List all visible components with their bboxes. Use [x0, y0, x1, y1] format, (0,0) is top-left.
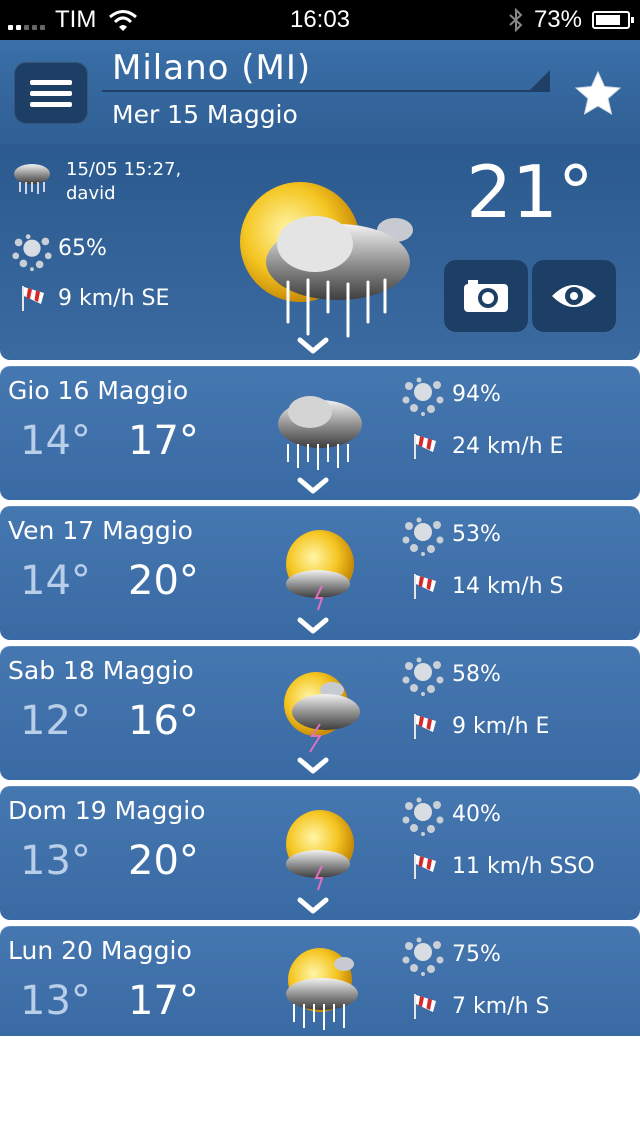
current-temperature: 21°	[466, 150, 594, 234]
forecast-max-temp: 17°	[128, 418, 199, 464]
forecast-max-temp: 20°	[128, 558, 199, 604]
forecast-min-temp: 14°	[20, 558, 91, 604]
current-humidity: 65%	[58, 236, 107, 261]
forecast-day: Sab 18 Maggio	[8, 656, 194, 685]
humidity-icon	[400, 516, 446, 556]
forecast-min-temp: 12°	[20, 698, 91, 744]
sun-cloud-storm-icon	[286, 810, 354, 891]
sun-cloud-rain-icon	[286, 948, 358, 1030]
forecast-humidity: 40%	[452, 802, 501, 827]
forecast-humidity: 53%	[452, 522, 501, 547]
forecast-humidity: 94%	[452, 382, 501, 407]
current-conditions[interactable]: 15/05 15:27, david 65% 9 km/h SE 21°	[0, 144, 640, 360]
forecast-min-temp: 13°	[20, 838, 91, 884]
chevron-down-icon[interactable]	[296, 476, 330, 496]
forecast-row[interactable]: Sab 18 Maggio 12° 16° 58% 9 km/h E	[0, 646, 640, 780]
current-wind: 9 km/h SE	[58, 286, 170, 311]
forecast-wind: 7 km/h S	[452, 994, 550, 1019]
bluetooth-icon	[509, 8, 523, 32]
humidity-icon	[10, 232, 54, 272]
forecast-day: Gio 16 Maggio	[8, 376, 189, 405]
windsock-icon	[412, 712, 438, 740]
forecast-row[interactable]: Dom 19 Maggio 13° 20° 40% 11 km/h SSO	[0, 786, 640, 920]
forecast-max-temp: 20°	[128, 838, 199, 884]
forecast-day: Dom 19 Maggio	[8, 796, 206, 825]
observer-name: david	[66, 183, 116, 204]
observation-time: 15/05 15:27,	[66, 159, 182, 180]
sun-cloud-storm-icon	[284, 672, 360, 753]
forecast-humidity: 75%	[452, 942, 501, 967]
sun-cloud-rain-icon	[240, 182, 413, 338]
battery-percent: 73%	[533, 6, 582, 33]
dropdown-arrow-icon[interactable]	[530, 70, 550, 90]
forecast-row[interactable]: Ven 17 Maggio 14° 20° 53% 14 km/h S	[0, 506, 640, 640]
camera-icon	[464, 280, 508, 312]
forecast-max-temp: 16°	[128, 698, 199, 744]
forecast-min-temp: 13°	[20, 978, 91, 1024]
forecast-wind: 24 km/h E	[452, 434, 564, 459]
windsock-icon	[412, 432, 438, 460]
observation-info: 15/05 15:27, david	[66, 158, 181, 206]
chevron-down-icon[interactable]	[296, 896, 330, 916]
windsock-icon	[20, 284, 46, 312]
battery-icon	[592, 11, 634, 29]
forecast-row[interactable]: Lun 20 Maggio 13° 17° 75% 7 km/h S	[0, 926, 640, 1036]
chevron-down-icon[interactable]	[296, 616, 330, 636]
forecast-day: Ven 17 Maggio	[8, 516, 193, 545]
sun-cloud-storm-icon	[286, 530, 354, 611]
view-button[interactable]	[532, 260, 616, 332]
header: Milano (MI) Mer 15 Maggio	[0, 40, 640, 144]
eye-icon	[552, 285, 596, 307]
windsock-icon	[412, 572, 438, 600]
humidity-icon	[400, 936, 446, 976]
forecast-max-temp: 17°	[128, 978, 199, 1024]
city-selector[interactable]: Milano (MI)	[112, 48, 311, 88]
chevron-down-icon[interactable]	[296, 336, 330, 356]
forecast-day: Lun 20 Maggio	[8, 936, 192, 965]
humidity-icon	[400, 376, 446, 416]
windsock-icon	[412, 852, 438, 880]
current-date: Mer 15 Maggio	[112, 100, 298, 129]
status-right: 73%	[508, 6, 634, 34]
status-bar: TIM 16:03 73%	[0, 0, 640, 40]
menu-button[interactable]	[14, 62, 88, 124]
forecast-min-temp: 14°	[20, 418, 91, 464]
camera-button[interactable]	[444, 260, 528, 332]
city-underline	[102, 90, 550, 92]
forecast-wind: 9 km/h E	[452, 714, 550, 739]
star-icon[interactable]	[572, 68, 624, 120]
humidity-icon	[400, 796, 446, 836]
forecast-wind: 11 km/h SSO	[452, 854, 595, 879]
forecast-humidity: 58%	[452, 662, 501, 687]
cloud-rain-small-icon	[14, 164, 50, 194]
humidity-icon	[400, 656, 446, 696]
chevron-down-icon[interactable]	[296, 756, 330, 776]
cloud-rain-icon	[278, 396, 362, 470]
forecast-row[interactable]: Gio 16 Maggio 14° 17° 94% 24 km/h E	[0, 366, 640, 500]
windsock-icon	[412, 992, 438, 1020]
forecast-wind: 14 km/h S	[452, 574, 564, 599]
